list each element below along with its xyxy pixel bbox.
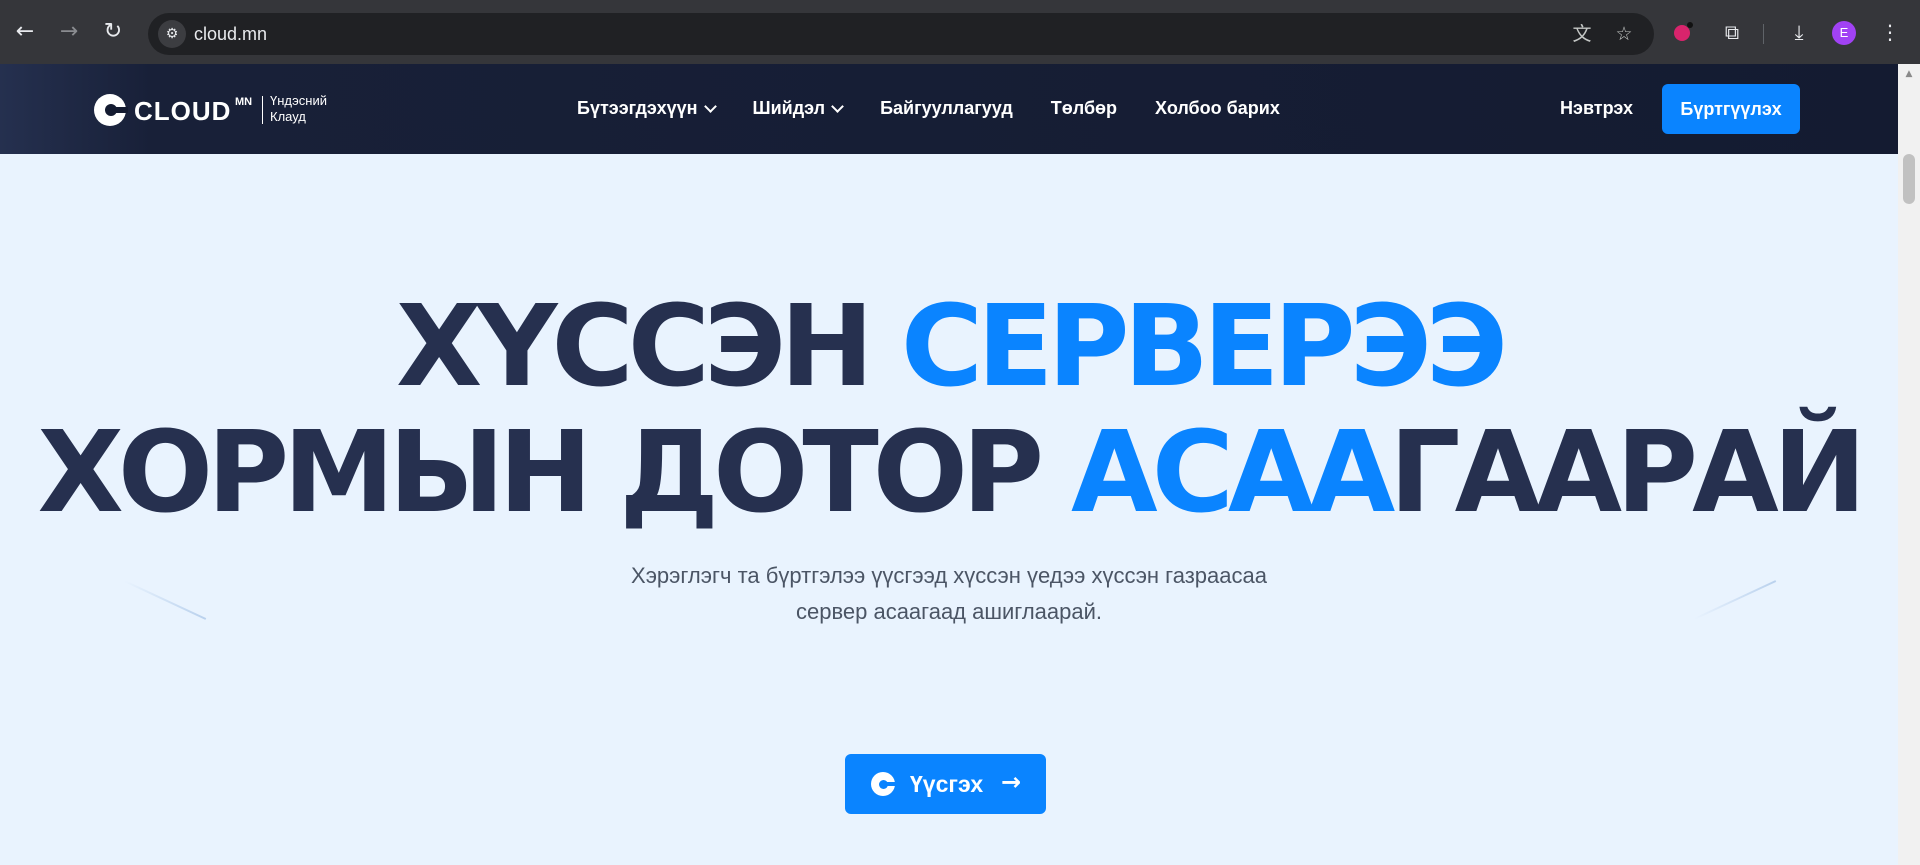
reload-icon[interactable]: ↻ (98, 17, 128, 47)
hero-subtitle-line2: сервер асаагаад ашиглаарай. (795, 599, 1103, 624)
main-nav: Бүтээгдэхүүн Шийдэл Байгууллагууд Төлбөр… (577, 98, 1318, 119)
hero-heading-line2: ХОРМЫН ДОТОР АСААГААРАЙ (0, 408, 1898, 538)
hero-subtitle-line1: Хэрэглэгч та бүртгэлээ үүсгээд хүссэн үе… (631, 563, 1267, 588)
nav-pricing-label: Төлбөр (1050, 98, 1118, 118)
signup-button[interactable]: Бүртгүүлэх (1662, 84, 1800, 134)
scrollbar-thumb[interactable] (1903, 154, 1915, 204)
extensions-puzzle-icon[interactable]: ⧉ (1718, 18, 1746, 46)
toolbar-separator (1763, 24, 1764, 44)
page-scrollbar[interactable]: ▲ (1898, 64, 1920, 865)
chevron-down-icon (831, 99, 844, 113)
browser-toolbar: ← → ↻ ⚙ cloud.mn 文 ☆ ⧉ ⤓ E ⋮ (0, 0, 1920, 64)
url-text[interactable]: cloud.mn (194, 24, 267, 45)
hero-line2-part3: ГААРАЙ (1389, 408, 1866, 538)
nav-contact-label: Холбоо барих (1155, 98, 1280, 118)
chevron-down-icon (703, 99, 717, 113)
download-icon[interactable]: ⤓ (1785, 18, 1813, 46)
page-viewport: CLOUD MN Үндэсний Клауд Бүтээгдэхүүн Ший… (0, 64, 1898, 865)
cloud-logo-icon (94, 94, 128, 126)
nav-organizations-label: Байгууллагууд (880, 98, 1013, 118)
cloud-logo-icon (871, 772, 896, 796)
nav-contact[interactable]: Холбоо барих (1155, 98, 1280, 119)
hero-subtitle: Хэрэглэгч та бүртгэлээ үүсгээд хүссэн үе… (549, 558, 1349, 630)
back-icon[interactable]: ← (10, 17, 40, 47)
hero-heading-line1: ХҮССЭН СЕРВЕРЭЭ (0, 282, 1898, 412)
create-button-label: Үүсгэх (910, 771, 984, 797)
site-header: CLOUD MN Үндэсний Клауд Бүтээгдэхүүн Ший… (0, 64, 1898, 154)
hero-line1-highlight: СЕРВЕРЭЭ (900, 282, 1508, 412)
hero-line2-part1: ХОРМЫН ДОТОР (37, 408, 1072, 538)
decorative-line-left (123, 580, 207, 620)
extension-icon[interactable] (1674, 22, 1693, 41)
translate-icon[interactable]: 文 (1570, 22, 1594, 46)
nav-products[interactable]: Бүтээгдэхүүн (577, 98, 717, 119)
address-bar[interactable]: ⚙ cloud.mn 文 ☆ (148, 13, 1654, 55)
profile-avatar[interactable]: E (1832, 21, 1856, 45)
nav-pricing[interactable]: Төлбөр (1051, 98, 1117, 119)
browser-menu-icon[interactable]: ⋮ (1876, 18, 1904, 46)
logo-subtitle-line1: Үндэсний (270, 93, 327, 108)
arrow-right-icon: → (1001, 768, 1022, 796)
logo-divider (262, 96, 263, 124)
hero-line1-part1: ХҮССЭН (396, 282, 901, 412)
login-link[interactable]: Нэвтрэх (1560, 98, 1633, 119)
logo-sup: MN (235, 96, 253, 108)
scroll-up-icon[interactable]: ▲ (1898, 66, 1920, 82)
nav-solutions[interactable]: Шийдэл (752, 98, 844, 119)
logo-wordmark: CLOUD (134, 96, 232, 126)
hero-line2-highlight: АСАА (1071, 408, 1395, 538)
nav-organizations[interactable]: Байгууллагууд (880, 98, 1013, 119)
site-info-icon[interactable]: ⚙ (158, 20, 186, 48)
nav-solutions-label: Шийдэл (752, 98, 826, 118)
create-server-button[interactable]: Үүсгэх → (845, 754, 1046, 814)
decorative-line-right (1693, 580, 1777, 620)
logo-subtitle: Үндэсний Клауд (270, 93, 350, 125)
bookmark-star-icon[interactable]: ☆ (1612, 22, 1636, 46)
forward-icon[interactable]: → (54, 17, 84, 47)
nav-products-label: Бүтээгдэхүүн (577, 98, 698, 118)
logo-subtitle-line2: Клауд (270, 109, 306, 124)
